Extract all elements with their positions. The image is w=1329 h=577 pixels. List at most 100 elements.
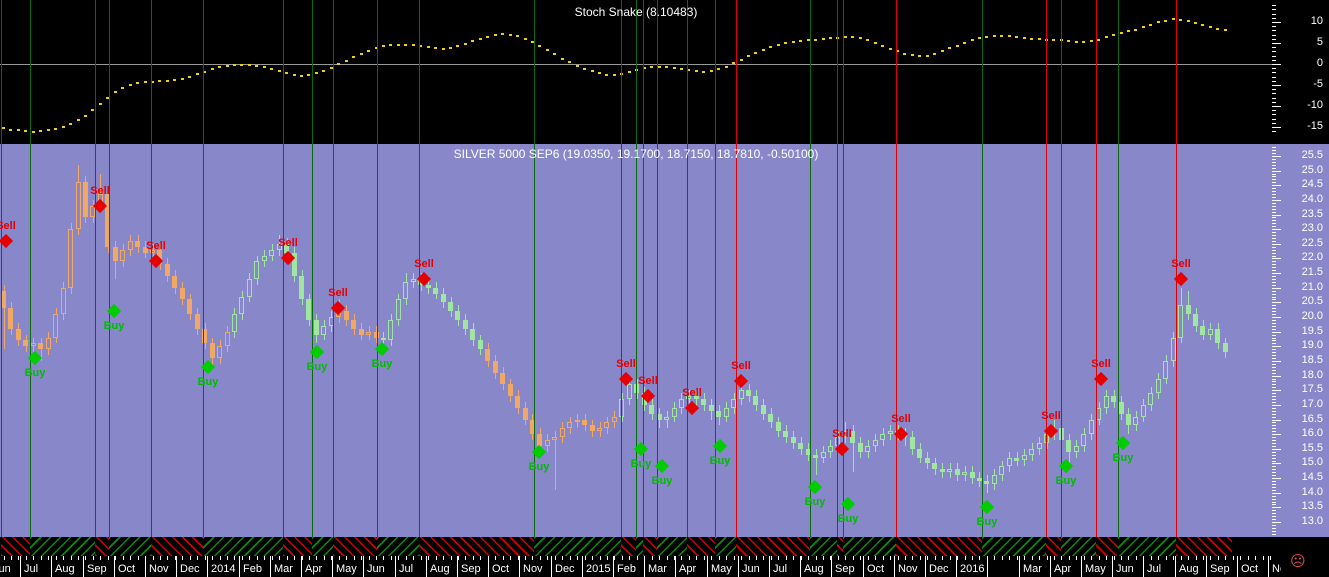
month-tick [332, 556, 333, 577]
week-tick [801, 556, 802, 560]
y-tick [1272, 252, 1276, 254]
stoch-dot [806, 39, 810, 42]
y-tick [1272, 214, 1281, 216]
y-tick [1272, 296, 1276, 298]
week-tick [1114, 556, 1115, 560]
y-tick [1272, 127, 1281, 128]
position-segment-long [109, 537, 151, 556]
week-tick [1009, 556, 1010, 560]
stoch-dot [687, 69, 691, 72]
candle-body [537, 434, 542, 446]
month-label: May [1085, 563, 1106, 575]
week-tick [473, 556, 474, 560]
position-segment-long [1118, 537, 1176, 556]
week-tick [920, 556, 921, 560]
candle-body [433, 287, 438, 294]
month-tick [551, 556, 552, 577]
week-tick [1173, 556, 1174, 560]
week-tick [406, 556, 407, 560]
candle-body [582, 419, 587, 426]
stoch-dot [1112, 34, 1116, 37]
y-tick [1272, 122, 1276, 124]
stoch-dot [1186, 20, 1190, 23]
y-tick [1272, 369, 1276, 371]
candle-body [478, 340, 483, 350]
stoch-dot [46, 129, 50, 132]
price-panel-plot[interactable] [0, 144, 1272, 537]
week-tick [771, 556, 772, 560]
candle-body [83, 182, 88, 218]
stoch-dot [992, 34, 996, 37]
month-tick [613, 556, 614, 577]
stoch-dot [24, 130, 28, 133]
week-tick [1166, 556, 1167, 560]
stoch-dot [761, 48, 765, 51]
candle-body [1096, 407, 1101, 420]
stoch-dot [16, 129, 20, 132]
y-tick-label: 15.5 [1301, 441, 1323, 454]
week-tick [123, 556, 124, 560]
candle-body [46, 337, 51, 350]
week-tick [957, 556, 958, 560]
candle-body [753, 396, 758, 405]
week-tick [1210, 556, 1211, 560]
y-tick [1272, 226, 1276, 228]
stoch-dot [359, 52, 363, 55]
zero-line [0, 64, 1272, 65]
candle-wick [667, 410, 668, 429]
stoch-panel-plot[interactable] [0, 0, 1272, 144]
week-tick [711, 556, 712, 560]
candle-body [239, 296, 244, 315]
week-tick [48, 556, 49, 560]
candle-body [277, 243, 282, 250]
candle-body [1007, 457, 1012, 467]
candle-body [500, 372, 505, 385]
week-tick [1128, 556, 1129, 560]
week-tick [458, 556, 459, 560]
month-label: Jun [0, 563, 11, 575]
stoch-y-axis[interactable]: 10 5 0 -5 -10 -15 [1272, 0, 1329, 144]
candle-body [1029, 448, 1034, 455]
stoch-dot [881, 44, 885, 47]
y-tick [1272, 393, 1276, 395]
y-tick [1272, 156, 1281, 157]
stoch-dot [329, 66, 333, 69]
price-y-axis[interactable]: 25.5 25.0 24.5 24.0 23.5 23.0 22.5 22.0 21.5 21.0… [1272, 144, 1329, 537]
candle-body [403, 281, 408, 300]
position-segment-long [715, 537, 736, 556]
week-tick [1255, 556, 1256, 560]
position-segment-short [1176, 537, 1232, 556]
y-tick [1272, 384, 1276, 386]
y-tick [1272, 68, 1276, 70]
month-label: Apr [1054, 563, 1072, 575]
position-segment-long [203, 537, 283, 556]
y-tick [1272, 258, 1281, 260]
disconnected-status-icon[interactable]: ☹ [1290, 554, 1306, 569]
month-tick [582, 556, 583, 577]
week-tick [905, 556, 906, 560]
y-tick [1272, 334, 1276, 336]
week-tick [1196, 556, 1197, 560]
stoch-dot [9, 128, 13, 131]
y-tick [1272, 287, 1281, 289]
y-tick-label: 14.5 [1301, 471, 1323, 484]
week-tick [860, 556, 861, 560]
week-tick [421, 556, 422, 560]
week-tick [570, 556, 571, 560]
candle-body [709, 404, 714, 411]
y-tick [1272, 205, 1276, 207]
month-label: Jul [773, 563, 788, 575]
stoch-dot [426, 46, 430, 49]
month-tick [488, 556, 489, 577]
stoch-dot [404, 43, 408, 46]
position-segment-short [687, 537, 715, 556]
month-tick [800, 556, 801, 577]
y-tick-label: 17.0 [1301, 397, 1323, 410]
stoch-dot [285, 72, 289, 75]
stoch-dot [188, 75, 192, 78]
week-tick [749, 556, 750, 560]
stoch-dot [69, 123, 73, 126]
stoch-dot [605, 73, 609, 76]
date-axis[interactable]: Jun Jul Aug Sep Oct Nov Dec 2014 Feb Mar Apr May Jun… [0, 556, 1281, 577]
week-tick [205, 556, 206, 560]
